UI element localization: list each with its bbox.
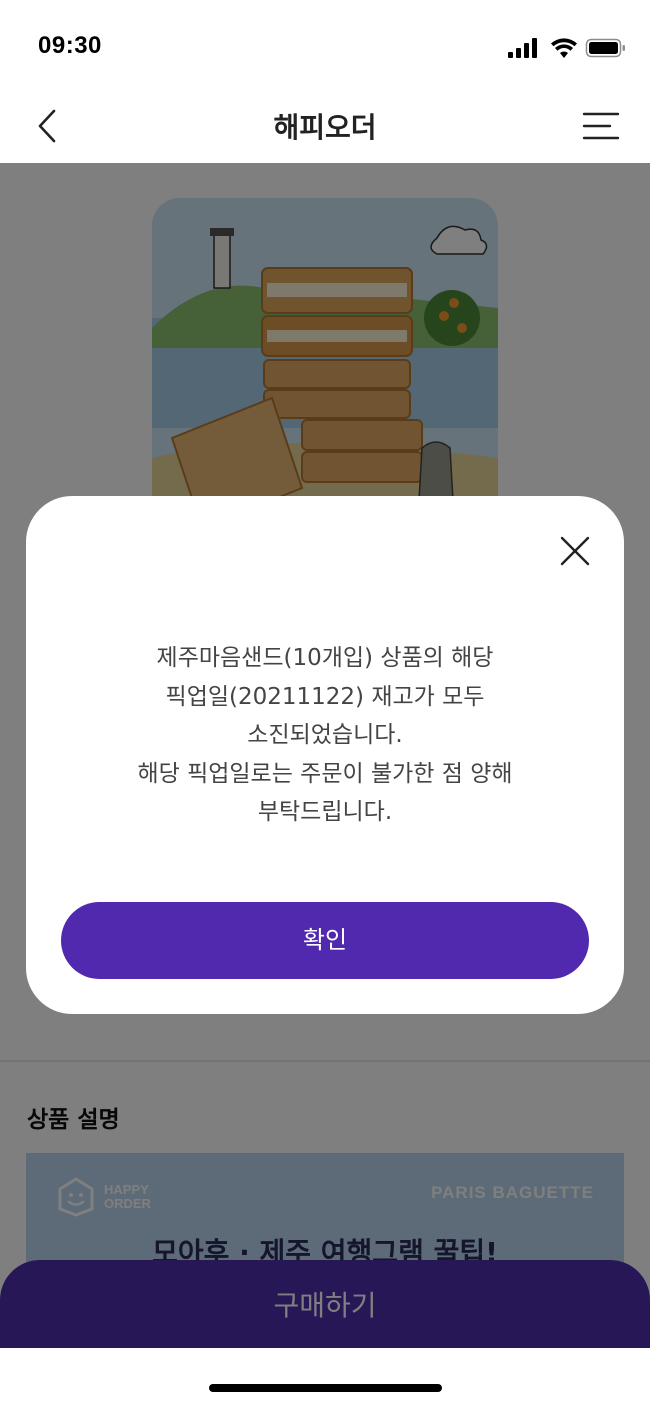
battery-icon [585, 38, 625, 58]
close-button[interactable] [556, 532, 594, 570]
confirm-button[interactable]: 확인 [61, 902, 589, 979]
nav-bar: 해피오더 [0, 90, 650, 163]
message-line: 픽업일(20211122) 재고가 모두 [165, 683, 485, 710]
message-line: 해당 픽업일로는 주문이 불가한 점 양해 [137, 760, 513, 787]
home-indicator-area [0, 1348, 650, 1407]
message-line: 소진되었습니다. [247, 722, 403, 748]
menu-button[interactable] [582, 108, 622, 144]
stock-unavailable-dialog: 제주마음샌드(10개입) 상품의 해당 픽업일(20211122) 재고가 모두… [26, 496, 624, 1014]
message-line: 부탁드립니다. [257, 799, 393, 825]
wifi-icon [551, 38, 577, 58]
close-icon [560, 536, 590, 566]
dialog-message: 제주마음샌드(10개입) 상품의 해당 픽업일(20211122) 재고가 모두… [66, 639, 584, 832]
hamburger-menu-icon [582, 112, 620, 140]
message-line: 제주마음샌드(10개입) 상품의 해당 [156, 645, 494, 671]
status-icons [508, 36, 628, 60]
home-indicator[interactable] [209, 1384, 442, 1392]
cellular-signal-icon [508, 38, 537, 58]
page-title: 해피오더 [273, 111, 377, 144]
status-bar: 09:30 [0, 0, 650, 90]
status-time: 09:30 [38, 32, 102, 59]
